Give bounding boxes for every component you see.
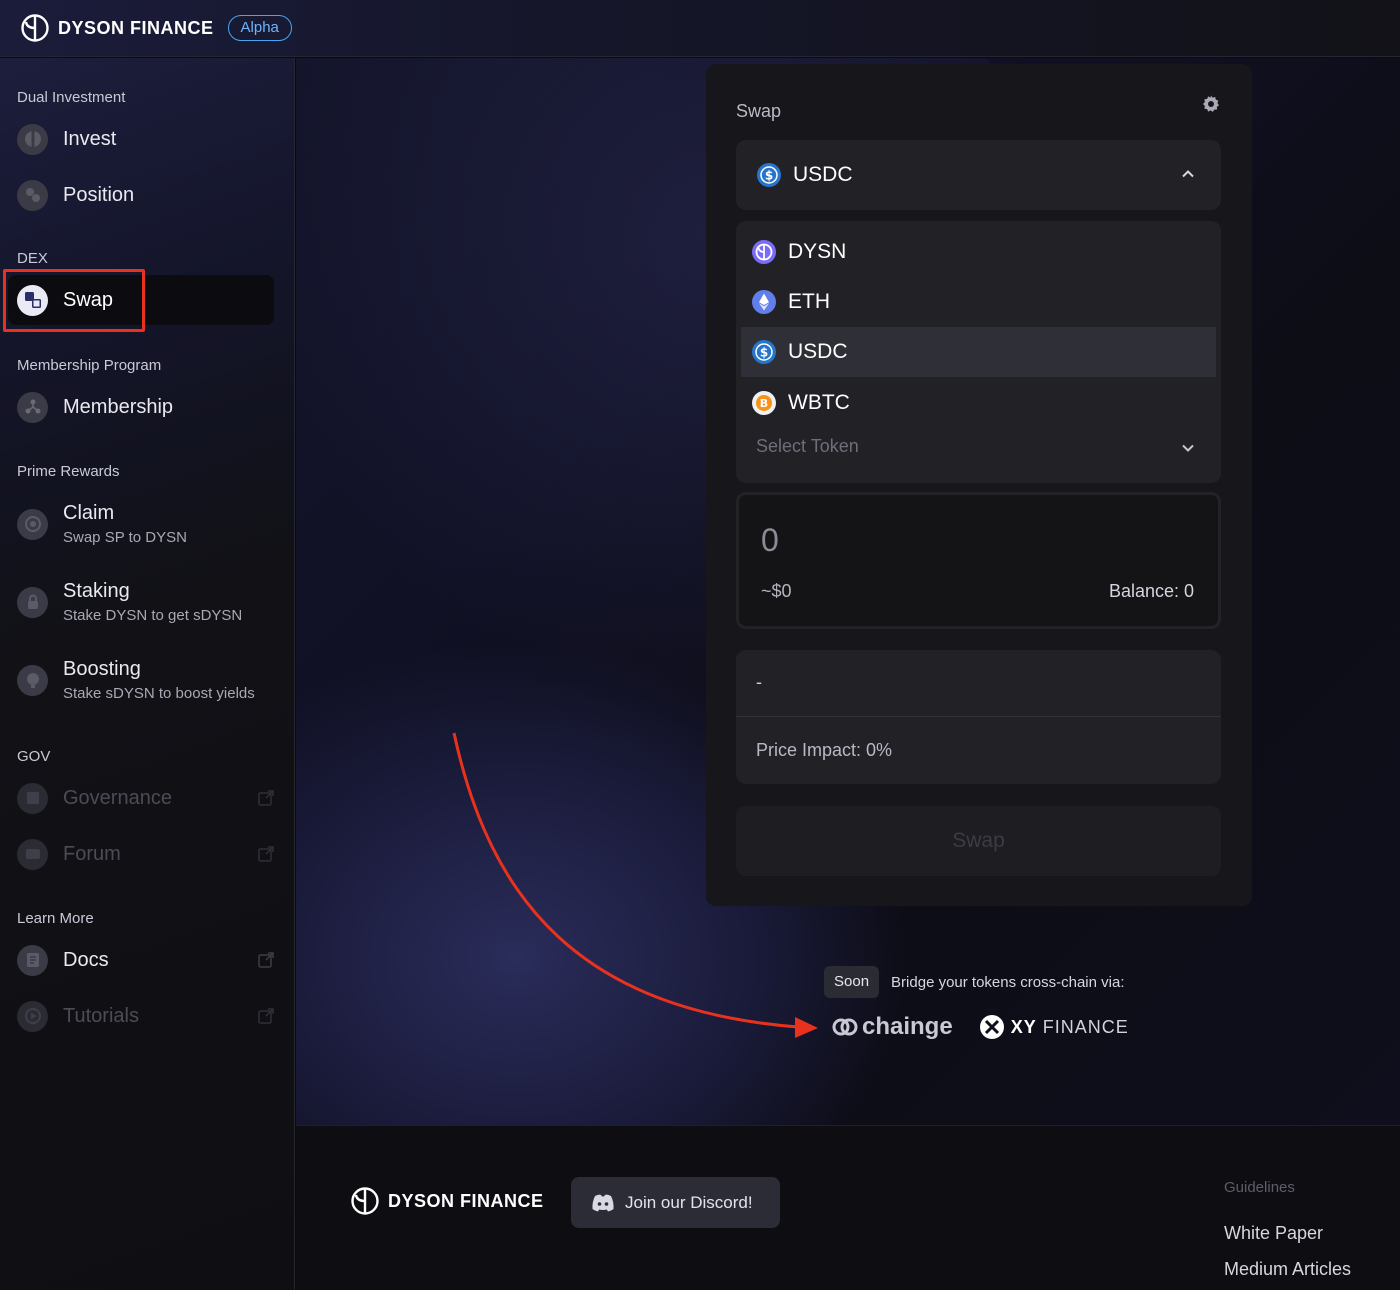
dyson-logo-icon: [351, 1187, 379, 1215]
medium-articles-link[interactable]: Medium Articles: [1224, 1259, 1351, 1280]
join-discord-button[interactable]: Join our Discord!: [571, 1177, 780, 1228]
footer-brand-name: DYSON FINANCE: [388, 1190, 544, 1211]
discord-icon: [592, 1194, 614, 1211]
discord-label: Join our Discord!: [625, 1192, 753, 1212]
annotation-arrow: [452, 732, 818, 1038]
white-paper-link[interactable]: White Paper: [1224, 1223, 1323, 1244]
footer: DYSON FINANCE Join our Discord! Guidelin…: [296, 1125, 1400, 1290]
footer-brand[interactable]: DYSON FINANCE: [350, 1186, 544, 1216]
guidelines-heading: Guidelines: [1224, 1179, 1295, 1196]
